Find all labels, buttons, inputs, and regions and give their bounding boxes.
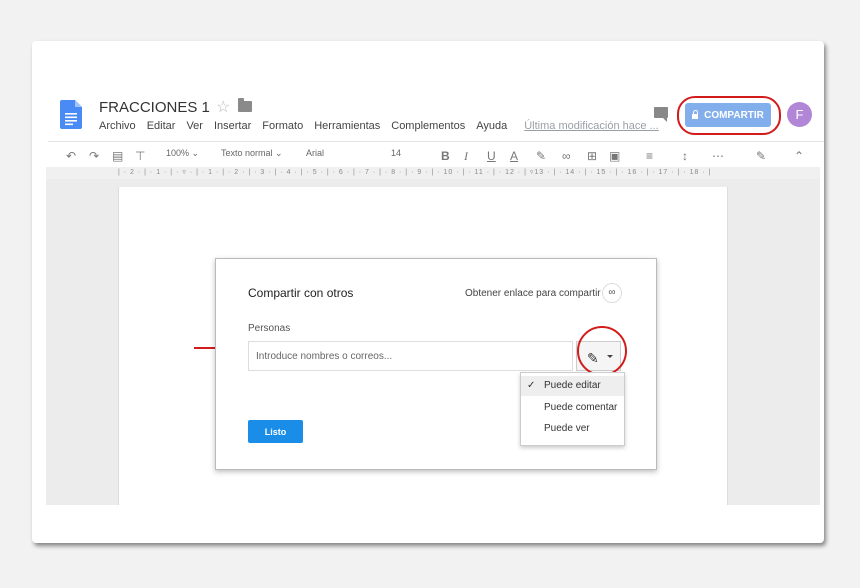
italic-icon[interactable]: I (464, 149, 468, 164)
menu-herramientas[interactable]: Herramientas (314, 120, 380, 132)
highlight-icon[interactable]: ✎ (536, 149, 546, 163)
docs-window: FRACCIONES 1 ☆ Archivo Editar Ver Insert… (32, 41, 824, 543)
ruler: | · 2 · | · 1 · | · ▿ · | · 1 · | · 2 · … (46, 167, 820, 179)
font-value: Arial (306, 148, 325, 158)
zoom-value: 100% (166, 148, 190, 158)
menu-editar[interactable]: Editar (147, 120, 176, 132)
menu-item-can-view[interactable]: Puede ver (521, 419, 624, 439)
more-icon[interactable]: ⋯ (712, 149, 724, 163)
document-title[interactable]: FRACCIONES 1 (99, 99, 210, 116)
style-select[interactable]: Texto normal ⌄ (221, 148, 283, 159)
print-icon[interactable]: ▤ (112, 149, 123, 163)
insert-image-icon[interactable]: ▣ (609, 149, 620, 163)
link-icon[interactable]: ∞ (602, 283, 622, 303)
menu-item-can-comment[interactable]: Puede comentar (521, 398, 624, 418)
line-spacing-icon[interactable]: ↕ (682, 149, 688, 163)
menu-item-can-edit[interactable]: ✓ Puede editar (521, 376, 624, 396)
menu-formato[interactable]: Formato (262, 120, 303, 132)
toolbar: ↶ ↷ ▤ ⊤ 100% ⌄ Texto normal ⌄ Arial 14 B… (48, 141, 824, 167)
dialog-title: Compartir con otros (248, 286, 354, 300)
font-select[interactable]: Arial (306, 148, 324, 158)
text-color-icon[interactable]: A (510, 149, 518, 163)
menu-item-label: Puede editar (544, 380, 601, 391)
people-label: Personas (248, 323, 291, 334)
share-highlight-circle (677, 96, 781, 135)
undo-icon[interactable]: ↶ (66, 149, 76, 163)
bold-icon[interactable]: B (441, 149, 450, 163)
add-comment-icon[interactable]: ⊞ (587, 149, 597, 163)
underline-icon[interactable]: U (487, 149, 496, 163)
link-insert-icon[interactable]: ∞ (562, 149, 571, 163)
style-value: Texto normal (221, 148, 273, 158)
check-icon: ✓ (527, 380, 536, 391)
paint-format-icon[interactable]: ⊤ (135, 149, 145, 163)
menu-item-label: Puede ver (544, 423, 590, 434)
comments-icon[interactable] (654, 107, 668, 122)
permission-highlight-circle (577, 326, 627, 376)
redo-icon[interactable]: ↷ (89, 149, 99, 163)
folder-icon[interactable] (238, 98, 252, 112)
menu-archivo[interactable]: Archivo (99, 120, 136, 132)
permission-menu: ✓ Puede editar Puede comentar Puede ver (520, 372, 625, 446)
zoom-select[interactable]: 100% ⌄ (166, 148, 199, 159)
menu-complementos[interactable]: Complementos (391, 120, 465, 132)
last-modified-link[interactable]: Última modificación hace ... (524, 120, 659, 132)
get-link-label[interactable]: Obtener enlace para compartir (465, 288, 601, 299)
avatar[interactable]: F (787, 102, 812, 127)
menu-ver[interactable]: Ver (186, 120, 203, 132)
collapse-icon[interactable]: ⌃ (794, 149, 804, 163)
menu-bar: Archivo Editar Ver Insertar Formato Herr… (99, 120, 670, 132)
font-size-select[interactable]: 14 (391, 148, 401, 158)
share-dialog: Compartir con otros Obtener enlace para … (215, 258, 657, 470)
menu-item-label: Puede comentar (544, 402, 618, 413)
edit-mode-icon[interactable]: ✎ (756, 149, 766, 163)
people-input[interactable] (248, 341, 573, 371)
menu-insertar[interactable]: Insertar (214, 120, 251, 132)
done-button[interactable]: Listo (248, 420, 303, 443)
menu-ayuda[interactable]: Ayuda (476, 120, 507, 132)
align-icon[interactable]: ≡ (646, 149, 653, 163)
docs-logo-icon[interactable] (60, 100, 82, 129)
font-size-value: 14 (391, 148, 402, 158)
star-icon[interactable]: ☆ (216, 97, 230, 117)
